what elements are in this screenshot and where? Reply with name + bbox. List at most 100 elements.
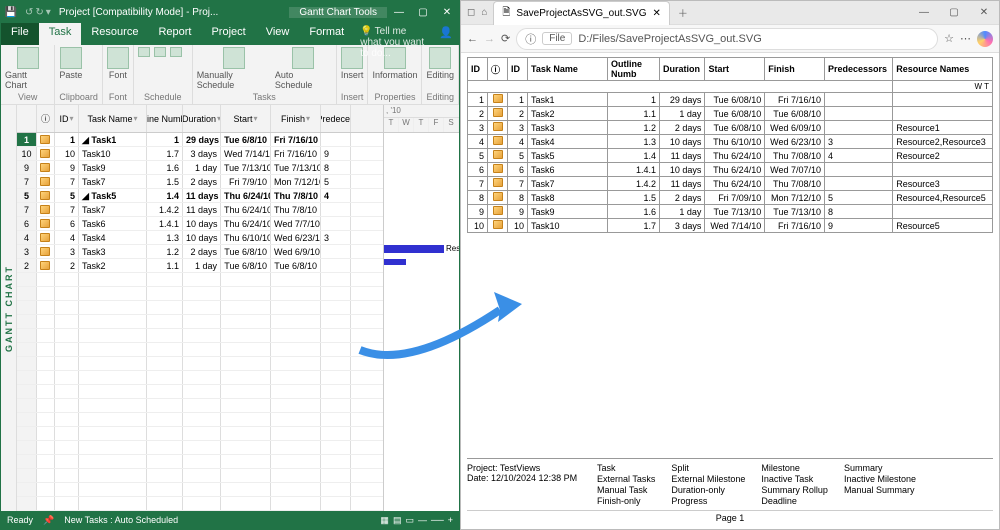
signin-icon[interactable]: 👤 — [439, 26, 453, 42]
zoom-controls[interactable]: ▦▤▭—──+ — [380, 515, 453, 526]
table-row[interactable] — [17, 301, 383, 315]
table-row[interactable] — [17, 427, 383, 441]
col-pred: Predeces — [321, 105, 351, 132]
editing-button[interactable]: Editing — [426, 47, 454, 80]
minimize-icon[interactable]: — — [909, 7, 939, 18]
table-row[interactable] — [17, 357, 383, 371]
tab-close-icon[interactable]: ✕ — [652, 8, 660, 19]
table-row[interactable] — [17, 413, 383, 427]
refresh-icon[interactable]: ⟳ — [501, 32, 510, 45]
link-button[interactable] — [170, 47, 182, 57]
table-row[interactable] — [17, 497, 383, 511]
favorites-icon[interactable]: ☆ — [944, 32, 954, 45]
note-icon — [493, 136, 503, 145]
note-icon — [493, 192, 503, 201]
tab-file[interactable]: File — [1, 23, 39, 45]
note-icon — [493, 122, 503, 131]
manual-schedule-button[interactable]: Manually Schedule — [197, 47, 271, 90]
profile-icon[interactable]: ◻ — [467, 7, 475, 18]
redo-icon[interactable]: ↻ — [35, 7, 43, 18]
table-row: 99Task91.61 dayTue 7/13/10Tue 7/13/108 — [468, 205, 993, 219]
maximize-icon[interactable]: ▢ — [939, 7, 969, 18]
tab-project[interactable]: Project — [201, 23, 255, 45]
forward-icon[interactable]: → — [484, 33, 495, 45]
minimize-icon[interactable]: — — [387, 7, 411, 18]
table-row[interactable] — [17, 385, 383, 399]
legend-column: TaskExternal TasksManual TaskFinish-only — [597, 463, 655, 506]
view-side-label: GANTT CHART — [1, 105, 17, 511]
table-row: 33Task31.22 daysTue 6/08/10Wed 6/09/10Re… — [468, 121, 993, 135]
tab-view[interactable]: View — [256, 23, 300, 45]
grid-body[interactable]: 11◢ Task1129 daysTue 6/8/10Fri 7/16/1010… — [17, 133, 383, 511]
tell-me[interactable]: 💡Tell me what you want to do... — [354, 23, 433, 45]
copilot-icon[interactable] — [977, 31, 993, 47]
task-sheet[interactable]: ⓘ ID▾ Task Name▾ Outline Number▾ Duratio… — [17, 105, 383, 511]
table-row[interactable]: 44Task41.310 daysThu 6/10/10Wed 6/23/103 — [17, 231, 383, 245]
gantt-bar[interactable] — [384, 259, 406, 265]
ribbon-group-clipboard: Paste Clipboard — [55, 45, 103, 104]
msproject-window: 💾 ↺↻▾ Project [Compatibility Mode] - Pro… — [0, 0, 460, 530]
file-icon: 🗎 — [502, 5, 510, 22]
menu-icon[interactable]: ⋯ — [960, 32, 971, 45]
close-icon[interactable]: ✕ — [435, 7, 459, 18]
undo-icon[interactable]: ↺ — [25, 7, 33, 18]
legend-item: Finish-only — [597, 496, 655, 506]
svg-document: ID ⓘ ID Task Name Outline Numb Duration … — [461, 53, 999, 529]
table-row: 11Task1129 daysTue 6/08/10Fri 7/16/10 — [468, 93, 993, 107]
tab-resource[interactable]: Resource — [81, 23, 148, 45]
table-row[interactable] — [17, 399, 383, 413]
table-row: 77Task71.4.211 daysThu 6/24/10Thu 7/08/1… — [468, 177, 993, 191]
paste-button[interactable]: Paste — [59, 47, 82, 80]
auto-schedule-button[interactable]: Auto Schedule — [275, 47, 332, 90]
table-row[interactable] — [17, 455, 383, 469]
table-row[interactable] — [17, 441, 383, 455]
table-row[interactable]: 22Task21.11 dayTue 6/8/10Tue 6/8/10 — [17, 259, 383, 273]
new-tab-button[interactable]: ＋ — [670, 5, 696, 20]
close-icon[interactable]: ✕ — [969, 7, 999, 18]
tab-format[interactable]: Format — [299, 23, 354, 45]
workspace-icon[interactable]: ⌂ — [481, 7, 487, 18]
table-row[interactable]: 77Task71.4.211 daysThu 6/24/10Thu 7/8/10 — [17, 203, 383, 217]
window-title: Project [Compatibility Mode] - Proj... — [55, 7, 290, 18]
column-headers[interactable]: ⓘ ID▾ Task Name▾ Outline Number▾ Duratio… — [17, 105, 383, 133]
table-row[interactable]: 33Task31.22 daysTue 6/8/10Wed 6/9/10 — [17, 245, 383, 259]
indent-button[interactable] — [138, 47, 150, 57]
legend-item: Split — [671, 463, 745, 473]
gantt-bar[interactable]: Resource1 — [384, 245, 444, 253]
tab-report[interactable]: Report — [148, 23, 201, 45]
legend-column: MilestoneInactive TaskSummary RollupDead… — [761, 463, 828, 506]
table-row[interactable] — [17, 469, 383, 483]
table-row[interactable] — [17, 483, 383, 497]
table-row[interactable] — [17, 273, 383, 287]
context-tab-title: Gantt Chart Tools — [289, 7, 387, 18]
site-info-icon[interactable]: ⓘ — [525, 31, 536, 47]
table-row[interactable] — [17, 343, 383, 357]
col-duration: Duration▾ — [183, 105, 221, 132]
maximize-icon[interactable]: ▢ — [411, 7, 435, 18]
status-newtasks-icon[interactable]: 📌 — [43, 515, 54, 526]
table-row[interactable]: 1010Task101.73 daysWed 7/14/10Fri 7/16/1… — [17, 147, 383, 161]
note-icon — [40, 247, 50, 256]
table-row[interactable]: 11◢ Task1129 daysTue 6/8/10Fri 7/16/10 — [17, 133, 383, 147]
outdent-button[interactable] — [154, 47, 166, 57]
table-row[interactable] — [17, 329, 383, 343]
font-button[interactable]: Font — [107, 47, 129, 80]
gantt-chart-area[interactable]: , '10 TWTFS Resource1 — [383, 105, 459, 511]
address-bar[interactable]: ⓘ File D:/Files/SaveProjectAsSVG_out.SVG — [516, 28, 938, 50]
table-header-row: ID ⓘ ID Task Name Outline Numb Duration … — [468, 58, 993, 81]
tab-task[interactable]: Task — [39, 23, 82, 45]
gantt-chart-button[interactable]: Gantt Chart — [5, 47, 50, 90]
col-start: Start▾ — [221, 105, 271, 132]
note-icon — [40, 191, 50, 200]
browser-tab[interactable]: 🗎 SaveProjectAsSVG_out.SVG ✕ — [493, 1, 670, 25]
table-row[interactable] — [17, 287, 383, 301]
save-icon[interactable]: 💾 — [1, 7, 21, 18]
qat-dropdown-icon[interactable]: ▾ — [46, 7, 51, 18]
table-row[interactable]: 77Task71.52 daysFri 7/9/10Mon 7/12/105 — [17, 175, 383, 189]
table-row[interactable] — [17, 315, 383, 329]
table-row[interactable] — [17, 371, 383, 385]
table-row[interactable]: 55◢ Task51.411 daysThu 6/24/10Thu 7/8/10… — [17, 189, 383, 203]
back-icon[interactable]: ← — [467, 33, 478, 45]
table-row[interactable]: 66Task61.4.110 daysThu 6/24/10Wed 7/7/10 — [17, 217, 383, 231]
table-row[interactable]: 99Task91.61 dayTue 7/13/10Tue 7/13/108 — [17, 161, 383, 175]
